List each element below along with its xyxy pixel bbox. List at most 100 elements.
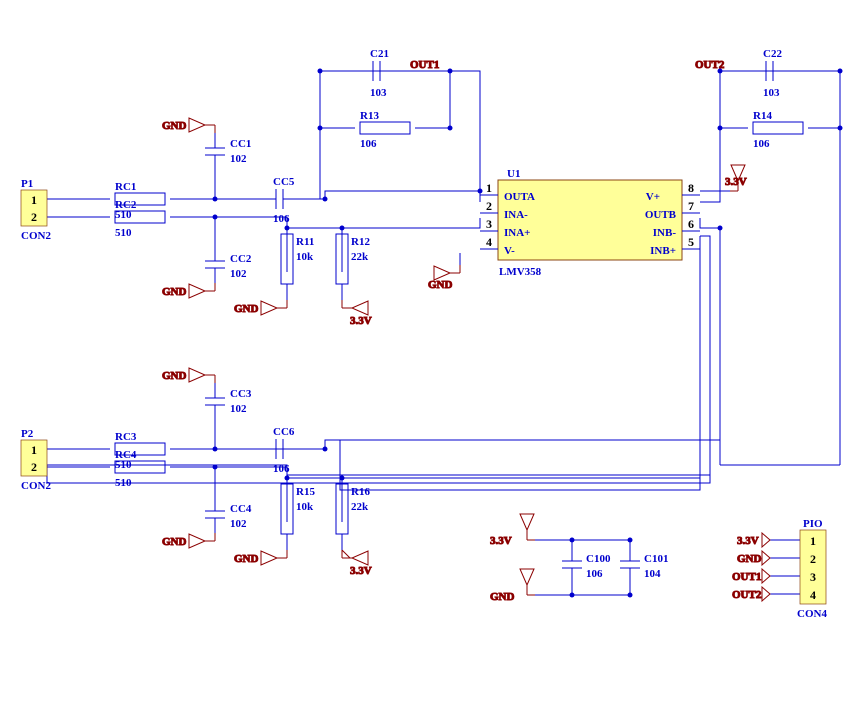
svg-text:22k: 22k bbox=[351, 251, 369, 263]
svg-text:103: 103 bbox=[370, 87, 387, 99]
res-r16: R1622k bbox=[336, 484, 370, 534]
svg-text:CC5: CC5 bbox=[273, 176, 295, 188]
cap-c21: C21103 bbox=[355, 48, 399, 99]
svg-text:3.3V: 3.3V bbox=[725, 176, 747, 188]
cap-cc2: CC2102 bbox=[205, 253, 252, 283]
res-r13: R13 106 bbox=[360, 110, 410, 150]
conn-pio: PIOCON4 1234 bbox=[797, 518, 827, 620]
svg-text:5: 5 bbox=[688, 235, 694, 249]
svg-text:R12: R12 bbox=[351, 236, 370, 248]
svg-text:OUT2: OUT2 bbox=[695, 59, 725, 71]
cap-cc1: CC1102 bbox=[205, 133, 251, 165]
svg-text:RC3: RC3 bbox=[115, 431, 137, 443]
conn-p2: P2CON2 12 bbox=[21, 428, 51, 492]
svg-text:3.3V: 3.3V bbox=[737, 535, 759, 547]
svg-text:PIO: PIO bbox=[803, 518, 823, 530]
cap-cc3: CC3102 bbox=[205, 383, 252, 415]
svg-text:7: 7 bbox=[688, 199, 694, 213]
svg-text:OUT1: OUT1 bbox=[410, 59, 439, 71]
svg-text:GND: GND bbox=[490, 591, 515, 603]
svg-text:R16: R16 bbox=[351, 486, 370, 498]
svg-text:510: 510 bbox=[115, 227, 132, 239]
svg-text:102: 102 bbox=[230, 518, 247, 530]
svg-text:3.3V: 3.3V bbox=[350, 315, 372, 327]
svg-text:106: 106 bbox=[586, 568, 603, 580]
svg-text:C22: C22 bbox=[763, 48, 782, 60]
cap-c22: C22 103 bbox=[747, 48, 792, 99]
res-r14: R14 106 bbox=[753, 110, 803, 150]
svg-text:R11: R11 bbox=[296, 236, 314, 248]
conn-p1: P1CON2 12 bbox=[21, 178, 51, 242]
svg-text:2: 2 bbox=[31, 210, 37, 224]
svg-text:8: 8 bbox=[688, 181, 694, 195]
svg-text:GND: GND bbox=[162, 536, 187, 548]
svg-text:10k: 10k bbox=[296, 501, 314, 513]
svg-text:106: 106 bbox=[753, 138, 770, 150]
svg-text:INA-: INA- bbox=[504, 209, 528, 221]
svg-text:CC3: CC3 bbox=[230, 388, 252, 400]
svg-text:1: 1 bbox=[31, 193, 37, 207]
svg-text:V+: V+ bbox=[646, 191, 660, 203]
svg-text:102: 102 bbox=[230, 403, 247, 415]
svg-text:102: 102 bbox=[230, 268, 247, 280]
ic-part: LMV358 bbox=[499, 266, 542, 278]
svg-text:106: 106 bbox=[273, 213, 290, 225]
svg-text:3: 3 bbox=[486, 217, 492, 231]
svg-text:GND: GND bbox=[234, 303, 259, 315]
svg-text:INB+: INB+ bbox=[650, 245, 676, 257]
svg-text:1: 1 bbox=[810, 534, 816, 548]
svg-text:GND: GND bbox=[234, 553, 259, 565]
ic-ref: U1 bbox=[507, 168, 520, 180]
svg-text:C100: C100 bbox=[586, 553, 611, 565]
svg-text:104: 104 bbox=[644, 568, 661, 580]
svg-text:INB-: INB- bbox=[653, 227, 677, 239]
svg-text:3.3V: 3.3V bbox=[350, 565, 372, 577]
svg-text:CC4: CC4 bbox=[230, 503, 252, 515]
svg-text:R13: R13 bbox=[360, 110, 379, 122]
svg-text:CC6: CC6 bbox=[273, 426, 295, 438]
svg-text:V-: V- bbox=[504, 245, 515, 257]
svg-text:OUTB: OUTB bbox=[645, 209, 677, 221]
svg-text:3.3V: 3.3V bbox=[490, 535, 512, 547]
svg-text:R14: R14 bbox=[753, 110, 772, 122]
cap-c101: C101 104 bbox=[620, 553, 668, 581]
svg-text:102: 102 bbox=[230, 153, 247, 165]
svg-text:GND: GND bbox=[428, 279, 453, 291]
cap-cc6: CC6 106 bbox=[270, 426, 295, 475]
svg-text:22k: 22k bbox=[351, 501, 369, 513]
svg-text:OUT1: OUT1 bbox=[732, 571, 761, 583]
svg-text:1: 1 bbox=[31, 443, 37, 457]
svg-text:RC4: RC4 bbox=[115, 449, 137, 461]
svg-text:INA+: INA+ bbox=[504, 227, 530, 239]
cap-cc5: CC5 106 bbox=[270, 176, 295, 225]
svg-text:2: 2 bbox=[810, 552, 816, 566]
svg-text:CC2: CC2 bbox=[230, 253, 252, 265]
svg-text:R15: R15 bbox=[296, 486, 315, 498]
svg-text:4: 4 bbox=[486, 235, 492, 249]
svg-text:6: 6 bbox=[688, 217, 694, 231]
svg-text:106: 106 bbox=[360, 138, 377, 150]
svg-text:4: 4 bbox=[810, 588, 816, 602]
svg-text:CC1: CC1 bbox=[230, 138, 251, 150]
res-r12: R1222k bbox=[336, 234, 370, 284]
svg-text:RC1: RC1 bbox=[115, 181, 136, 193]
svg-text:GND: GND bbox=[162, 120, 187, 132]
svg-text:CON4: CON4 bbox=[797, 608, 827, 620]
svg-text:C101: C101 bbox=[644, 553, 668, 565]
svg-text:103: 103 bbox=[763, 87, 780, 99]
svg-text:10k: 10k bbox=[296, 251, 314, 263]
svg-text:CON2: CON2 bbox=[21, 230, 51, 242]
svg-text:106: 106 bbox=[273, 463, 290, 475]
svg-text:OUTA: OUTA bbox=[504, 191, 535, 203]
svg-text:GND: GND bbox=[162, 286, 187, 298]
cap-c100: C100 106 bbox=[562, 553, 611, 581]
svg-text:2: 2 bbox=[486, 199, 492, 213]
svg-text:GND: GND bbox=[737, 553, 762, 565]
svg-text:RC2: RC2 bbox=[115, 199, 137, 211]
cap-cc4: CC4102 bbox=[205, 503, 252, 533]
svg-text:P2: P2 bbox=[21, 428, 34, 440]
svg-text:2: 2 bbox=[31, 460, 37, 474]
res-r15: R1510k bbox=[281, 484, 315, 534]
res-r11: R1110k bbox=[281, 234, 314, 284]
svg-text:1: 1 bbox=[486, 181, 492, 195]
